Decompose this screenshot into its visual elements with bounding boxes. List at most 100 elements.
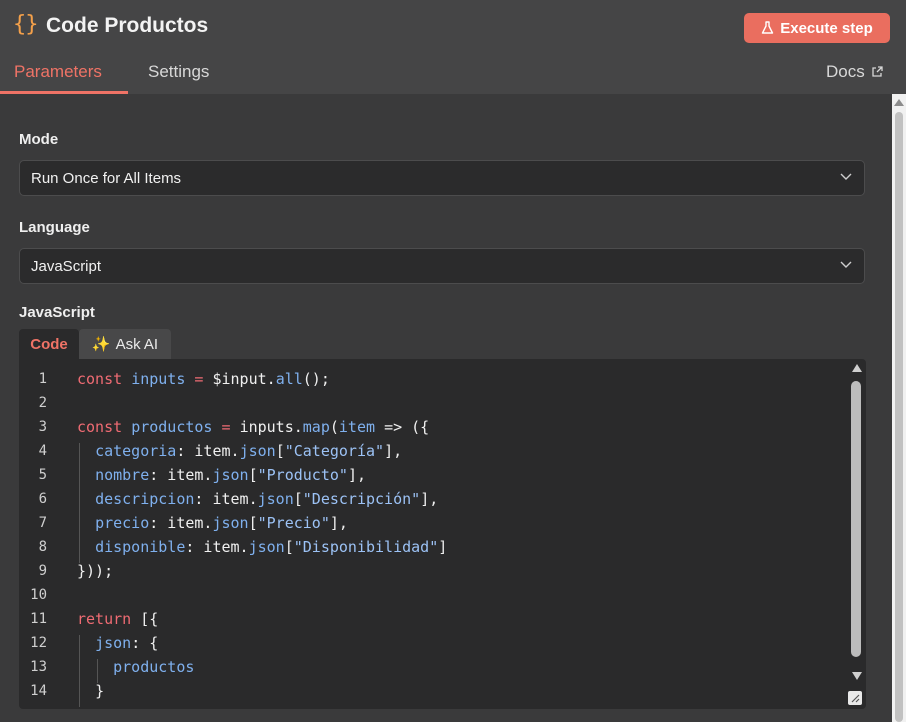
line-number: 7 xyxy=(38,515,47,531)
line-number: 8 xyxy=(38,539,47,555)
code-token: json xyxy=(239,442,276,460)
code-token: "Disponibilidad" xyxy=(293,538,439,556)
code-token: [ xyxy=(275,442,285,460)
scroll-up-arrow-icon[interactable] xyxy=(852,364,862,372)
code-line: 5 nombre: item.json["Producto"], xyxy=(19,463,839,487)
code-token: json xyxy=(248,538,285,556)
code-token: categoria xyxy=(95,442,177,460)
code-token: ], xyxy=(384,442,403,460)
execute-step-button[interactable]: Execute step xyxy=(744,13,890,43)
code-token: => xyxy=(384,418,403,436)
code-token: descripcion xyxy=(95,490,195,508)
code-token: : item. xyxy=(194,490,258,508)
chevron-down-icon xyxy=(840,261,852,268)
node-title[interactable]: Code Productos xyxy=(46,14,208,38)
code-token: : item. xyxy=(149,466,213,484)
code-token: productos xyxy=(131,418,213,436)
code-token: json xyxy=(257,490,294,508)
code-token: [{ xyxy=(140,610,159,628)
code-token: precio xyxy=(95,514,150,532)
code-token: = xyxy=(194,370,204,388)
tab-settings[interactable]: Settings xyxy=(148,62,209,82)
external-link-icon xyxy=(872,66,883,77)
code-token: disponible xyxy=(95,538,186,556)
language-value: JavaScript xyxy=(31,258,102,275)
code-token: "Precio" xyxy=(257,514,330,532)
code-token: [ xyxy=(248,514,258,532)
code-token: })); xyxy=(77,562,114,580)
line-number: 12 xyxy=(30,635,47,651)
code-token: map xyxy=(302,418,330,436)
code-token: "Categoría" xyxy=(284,442,385,460)
line-number: 1 xyxy=(38,371,47,387)
docs-link[interactable]: Docs xyxy=(826,62,883,82)
execute-step-label: Execute step xyxy=(780,19,873,37)
code-token: [ xyxy=(284,538,294,556)
line-number: 3 xyxy=(38,419,47,435)
mode-value: Run Once for All Items xyxy=(31,170,182,187)
code-token: json xyxy=(212,514,249,532)
tab-parameters[interactable]: Parameters xyxy=(14,62,102,82)
code-token: ], xyxy=(347,466,366,484)
code-token: "Producto" xyxy=(257,466,348,484)
code-token: . xyxy=(293,418,303,436)
flask-icon xyxy=(762,21,774,34)
line-number: 4 xyxy=(38,443,47,459)
code-token: $input xyxy=(212,370,267,388)
code-token: const xyxy=(77,370,123,388)
scroll-up-arrow-icon[interactable] xyxy=(894,99,904,106)
code-line: 14 } xyxy=(19,679,839,703)
code-token: productos xyxy=(113,658,195,676)
code-token: ], xyxy=(329,514,348,532)
code-token: json xyxy=(95,634,132,652)
code-token: const xyxy=(77,418,123,436)
code-token: ({ xyxy=(411,418,430,436)
code-token: inputs xyxy=(239,418,294,436)
resize-handle-icon[interactable] xyxy=(848,691,862,705)
tab-ask-ai[interactable]: ✨ Ask AI xyxy=(79,329,171,359)
code-line: 10 xyxy=(19,583,839,607)
code-token: . xyxy=(266,370,276,388)
line-number: 10 xyxy=(30,587,47,603)
code-line: 12 json: { xyxy=(19,631,839,655)
code-line: 7 precio: item.json["Precio"], xyxy=(19,511,839,535)
editor-scrollbar-thumb[interactable] xyxy=(851,381,861,657)
code-editor[interactable]: 1 const inputs = $input.all(); 2 3 const p… xyxy=(19,359,866,709)
scroll-down-arrow-icon[interactable] xyxy=(852,672,862,680)
code-token: : { xyxy=(131,634,159,652)
mode-label: Mode xyxy=(19,131,59,148)
language-label: Language xyxy=(19,219,90,236)
code-line: 1 const inputs = $input.all(); xyxy=(19,367,839,391)
code-token: : item. xyxy=(149,514,213,532)
code-token: [ xyxy=(293,490,303,508)
line-number: 11 xyxy=(30,611,47,627)
language-select[interactable]: JavaScript xyxy=(19,248,865,284)
code-token: return xyxy=(77,610,132,628)
chevron-down-icon xyxy=(840,173,852,180)
code-token: item xyxy=(338,418,376,436)
tab-code[interactable]: Code xyxy=(19,329,79,359)
line-number: 13 xyxy=(30,659,47,675)
active-tab-indicator xyxy=(0,91,128,94)
code-token: all xyxy=(275,370,303,388)
code-token: ], xyxy=(420,490,439,508)
code-token: : item. xyxy=(185,538,249,556)
code-line: 13 productos xyxy=(19,655,839,679)
code-token: json xyxy=(212,466,249,484)
page-scrollbar-thumb[interactable] xyxy=(895,112,903,722)
code-line: 4 categoria: item.json["Categoría"], xyxy=(19,439,839,463)
sparkles-icon: ✨ xyxy=(91,336,111,353)
code-line: 9})); xyxy=(19,559,839,583)
line-number: 14 xyxy=(30,683,47,699)
code-token: "Descripción" xyxy=(302,490,421,508)
code-token: (); xyxy=(302,370,330,388)
code-token: = xyxy=(221,418,231,436)
code-token: } xyxy=(95,682,105,700)
line-number: 2 xyxy=(38,395,47,411)
code-line: 8 disponible: item.json["Disponibilidad"… xyxy=(19,535,839,559)
code-line: 3 const productos = inputs.map(item => ({ xyxy=(19,415,839,439)
mode-select[interactable]: Run Once for All Items xyxy=(19,160,865,196)
node-header: {} Code Productos Execute step Parameter… xyxy=(0,0,906,94)
code-token: [ xyxy=(248,466,258,484)
code-token: nombre xyxy=(95,466,150,484)
